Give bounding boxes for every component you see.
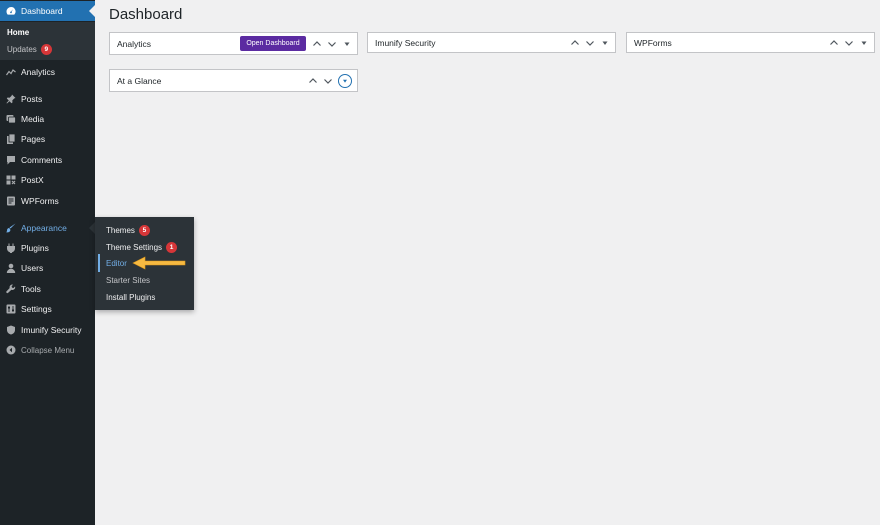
postx-icon <box>6 175 16 185</box>
submenu-home[interactable]: Home <box>7 28 29 37</box>
flyout-themes[interactable]: Themes 5 <box>106 223 150 237</box>
dashboard-icon <box>6 6 16 16</box>
collapse-menu-button[interactable]: Collapse Menu <box>0 340 95 360</box>
menu-pages[interactable]: Pages <box>0 129 95 149</box>
settings-icon <box>6 304 16 314</box>
move-up-icon[interactable] <box>308 76 318 86</box>
wpforms-icon <box>6 196 16 206</box>
toggle-panel-icon[interactable] <box>338 73 352 88</box>
move-up-icon[interactable] <box>570 38 580 48</box>
menu-plugins[interactable]: Plugins <box>0 238 95 258</box>
shield-icon <box>6 325 16 335</box>
menu-appearance-label: Appearance <box>21 223 67 233</box>
toggle-panel-icon[interactable] <box>859 38 869 48</box>
wrench-icon <box>6 284 16 294</box>
menu-users[interactable]: Users <box>0 258 95 278</box>
menu-posts-label: Posts <box>21 94 43 104</box>
editor-highlight-bar <box>98 254 100 272</box>
widget-imunify-title: Imunify Security <box>375 37 436 48</box>
flyout-theme-settings-label: Theme Settings <box>106 242 163 252</box>
widget-at-a-glance-title: At a Glance <box>117 75 162 86</box>
menu-settings[interactable]: Settings <box>0 299 95 319</box>
menu-dashboard[interactable]: Dashboard <box>0 1 95 21</box>
annotation-arrow-icon <box>132 256 186 270</box>
open-dashboard-button[interactable]: Open Dashboard <box>240 36 306 51</box>
comment-icon <box>6 155 16 165</box>
themes-count-badge: 5 <box>138 224 150 236</box>
menu-pages-label: Pages <box>21 134 46 144</box>
menu-dashboard-label: Dashboard <box>21 6 63 16</box>
widget-at-a-glance: At a Glance <box>109 69 358 92</box>
menu-users-label: Users <box>21 263 44 273</box>
updates-count-badge: 9 <box>40 44 52 55</box>
menu-tools-label: Tools <box>21 284 41 294</box>
menu-imunify-security[interactable]: Imunify Security <box>0 320 95 340</box>
move-up-icon[interactable] <box>312 39 322 49</box>
dashboard-submenu: Home Updates 9 <box>0 22 95 60</box>
flyout-install-plugins[interactable]: Install Plugins <box>106 290 155 304</box>
submenu-updates-label: Updates <box>7 45 37 54</box>
widget-wpforms-title: WPForms <box>634 37 672 48</box>
flyout-editor-label: Editor <box>106 258 127 268</box>
move-down-icon[interactable] <box>327 39 337 49</box>
move-down-icon[interactable] <box>323 76 333 86</box>
flyout-editor[interactable]: Editor <box>106 256 127 270</box>
flyout-starter-sites-label: Starter Sites <box>106 275 151 285</box>
toggle-panel-icon[interactable] <box>342 39 352 49</box>
current-menu-pointer <box>89 5 95 17</box>
menu-posts[interactable]: Posts <box>0 89 95 109</box>
pushpin-icon <box>6 94 16 104</box>
pages-icon <box>6 134 16 144</box>
move-down-icon[interactable] <box>844 38 854 48</box>
widget-analytics: Analytics Open Dashboard <box>109 32 358 55</box>
menu-media[interactable]: Media <box>0 109 95 129</box>
flyout-starter-sites[interactable]: Starter Sites <box>106 273 150 287</box>
menu-wpforms-label: WPForms <box>21 196 59 206</box>
flyout-install-plugins-label: Install Plugins <box>106 292 156 302</box>
toggle-panel-icon[interactable] <box>600 38 610 48</box>
menu-comments[interactable]: Comments <box>0 150 95 170</box>
theme-settings-count-badge: 1 <box>166 241 178 253</box>
menu-postx[interactable]: PostX <box>0 170 95 190</box>
menu-tools[interactable]: Tools <box>0 279 95 299</box>
widget-imunify-security: Imunify Security <box>367 32 616 53</box>
collapse-menu-label: Collapse Menu <box>21 345 75 355</box>
submenu-updates[interactable]: Updates 9 <box>7 44 52 55</box>
admin-sidebar: Dashboard Home Updates 9 Analytics Posts… <box>0 0 95 525</box>
widget-analytics-title: Analytics <box>117 38 152 49</box>
menu-imunify-label: Imunify Security <box>21 325 82 335</box>
menu-appearance[interactable]: Appearance <box>0 218 95 238</box>
widget-wpforms: WPForms <box>626 32 875 53</box>
plugin-icon <box>6 243 16 253</box>
move-up-icon[interactable] <box>829 38 839 48</box>
page-title: Dashboard <box>109 6 183 23</box>
menu-analytics-label: Analytics <box>21 67 56 77</box>
menu-analytics[interactable]: Analytics <box>0 62 95 82</box>
menu-plugins-label: Plugins <box>21 243 49 253</box>
menu-postx-label: PostX <box>21 175 44 185</box>
move-down-icon[interactable] <box>585 38 595 48</box>
flyout-themes-label: Themes <box>106 225 135 235</box>
menu-comments-label: Comments <box>21 155 63 165</box>
analytics-icon <box>6 67 16 77</box>
menu-settings-label: Settings <box>21 304 52 314</box>
flyout-theme-settings[interactable]: Theme Settings 1 <box>106 240 178 254</box>
menu-wpforms[interactable]: WPForms <box>0 191 95 211</box>
media-icon <box>6 114 16 124</box>
collapse-icon <box>6 345 16 355</box>
brush-icon <box>6 223 16 233</box>
menu-media-label: Media <box>21 114 45 124</box>
users-icon <box>6 263 16 273</box>
submenu-home-label: Home <box>7 28 30 37</box>
